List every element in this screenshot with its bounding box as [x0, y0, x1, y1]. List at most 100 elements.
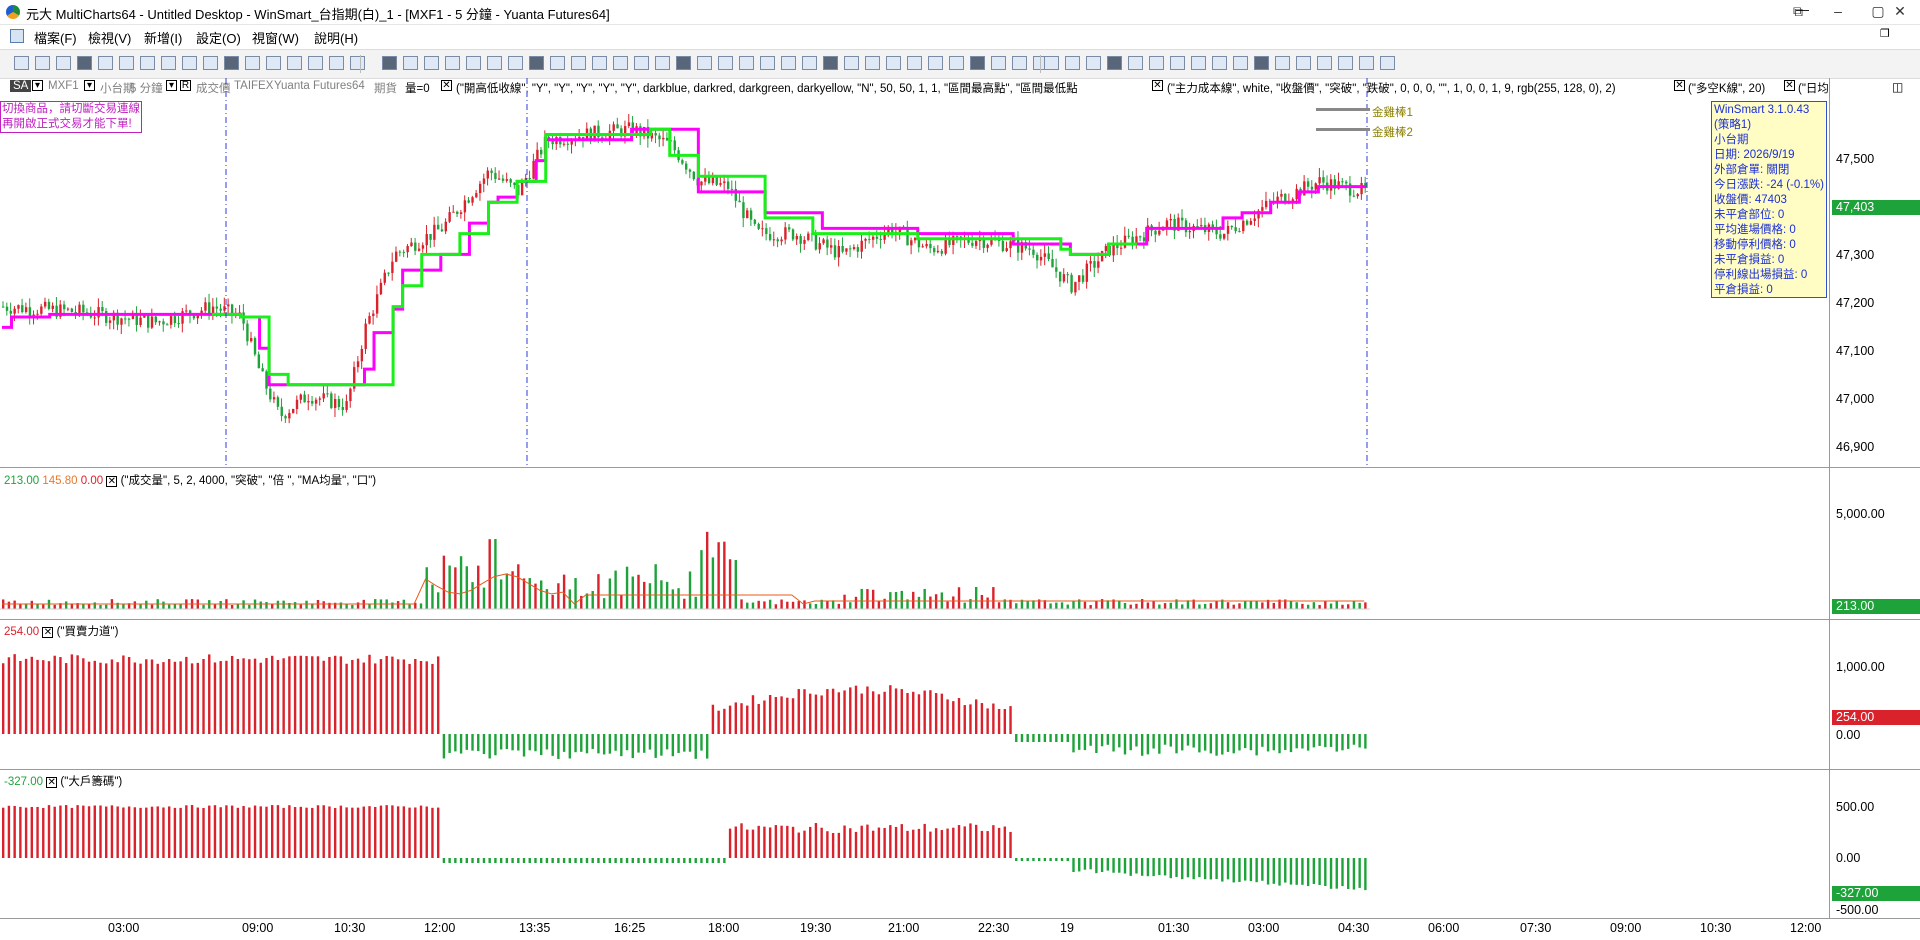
toolbar-button-icon[interactable]: [487, 56, 502, 70]
candle-body: [375, 294, 379, 314]
power-bar: [786, 697, 789, 734]
toolbar-button-icon[interactable]: [991, 56, 1006, 70]
toolbar-button-icon[interactable]: [508, 56, 523, 70]
toolbar-button-icon[interactable]: [224, 56, 239, 70]
toolbar-button-icon[interactable]: [613, 56, 628, 70]
toolbar-button-icon[interactable]: [802, 56, 817, 70]
toolbar-button-icon[interactable]: [98, 56, 113, 70]
toolbar-button-icon[interactable]: [1212, 56, 1227, 70]
toolbar-button-icon[interactable]: [56, 56, 71, 70]
toolbar-button-icon[interactable]: [203, 56, 218, 70]
candle-body: [910, 240, 913, 246]
toolbar-button-icon[interactable]: [1065, 56, 1080, 70]
toolbar-button-icon[interactable]: [140, 56, 155, 70]
toolbar-button-icon[interactable]: [1233, 56, 1248, 70]
power-bar: [248, 659, 251, 734]
toolbar-button-icon[interactable]: [182, 56, 197, 70]
volume-bar: [774, 604, 778, 609]
chip-bar: [1272, 858, 1276, 884]
toolbar-button-icon[interactable]: [14, 56, 29, 70]
toolbar-button-icon[interactable]: [287, 56, 302, 70]
toolbar-button-icon[interactable]: [382, 56, 397, 70]
toolbar-button-icon[interactable]: [424, 56, 439, 70]
toolbar-button-icon[interactable]: [1086, 56, 1101, 70]
power-bar: [1215, 734, 1218, 756]
toolbar-button-icon[interactable]: [592, 56, 607, 70]
toolbar-button-icon[interactable]: [119, 56, 134, 70]
toolbar-button-icon[interactable]: [655, 56, 670, 70]
toolbar-button-icon[interactable]: [1107, 56, 1122, 70]
toolbar-button-icon[interactable]: [1254, 56, 1269, 70]
toolbar-button-icon[interactable]: [781, 56, 796, 70]
chart-canvas[interactable]: [0, 78, 1830, 918]
toolbar-button-icon[interactable]: [676, 56, 691, 70]
chip-study-close-icon[interactable]: ✕: [46, 777, 58, 788]
menu-settings[interactable]: 設定(O): [196, 28, 241, 47]
volume-study-close-icon[interactable]: ✕: [106, 476, 118, 487]
toolbar-button-icon[interactable]: [907, 56, 922, 70]
toolbar-button-icon[interactable]: [1317, 56, 1332, 70]
toolbar-button-icon[interactable]: [571, 56, 586, 70]
toolbar-button-icon[interactable]: [928, 56, 943, 70]
power-bar: [47, 661, 51, 734]
toolbar-button-icon[interactable]: [1170, 56, 1185, 70]
toolbar-button-icon[interactable]: [1012, 56, 1027, 70]
menu-file[interactable]: 檔案(F): [34, 28, 77, 47]
toolbar-button-icon[interactable]: [949, 56, 964, 70]
toolbar-button-icon[interactable]: [1275, 56, 1290, 70]
toolbar-button-icon[interactable]: [77, 56, 92, 70]
power-study-close-icon[interactable]: ✕: [42, 627, 54, 638]
toolbar-button-icon[interactable]: [1338, 56, 1353, 70]
candle-body: [826, 239, 829, 248]
candle-body: [78, 304, 81, 313]
minimize-button[interactable]: –: [1818, 0, 1858, 24]
toolbar-button-icon[interactable]: [161, 56, 176, 70]
power-bar: [1100, 734, 1104, 747]
menu-help[interactable]: 說明(H): [314, 28, 358, 47]
chip-bar: [442, 858, 446, 863]
toolbar-button-icon[interactable]: [1044, 56, 1059, 70]
toolbar-button-icon[interactable]: [865, 56, 880, 70]
menu-insert[interactable]: 新增(I): [144, 28, 182, 47]
toolbar-button-icon[interactable]: [266, 56, 281, 70]
toolbar-button-icon[interactable]: [970, 56, 985, 70]
toolbar-button-icon[interactable]: [886, 56, 901, 70]
toolbar-button-icon[interactable]: [350, 56, 365, 70]
toolbar-button-icon[interactable]: [550, 56, 565, 70]
toolbar-button-icon[interactable]: [329, 56, 344, 70]
menu-view[interactable]: 檢視(V): [88, 28, 131, 47]
toolbar-button-icon[interactable]: [760, 56, 775, 70]
toolbar-button-icon[interactable]: [634, 56, 649, 70]
document-icon[interactable]: [10, 29, 24, 43]
toolbar-button-icon[interactable]: [1128, 56, 1143, 70]
toolbar-button-icon[interactable]: [529, 56, 544, 70]
toolbar-button-icon[interactable]: [308, 56, 323, 70]
menu-window[interactable]: 視窗(W): [252, 28, 299, 47]
toolbar-button-icon[interactable]: [1380, 56, 1395, 70]
close-button[interactable]: ✕: [1880, 0, 1920, 24]
toolbar-button-icon[interactable]: [1191, 56, 1206, 70]
toolbar-button-icon[interactable]: [445, 56, 460, 70]
toolbar-button-icon[interactable]: [697, 56, 712, 70]
toolbar-button-icon[interactable]: [844, 56, 859, 70]
toolbar-button-icon[interactable]: [1149, 56, 1164, 70]
chip-bar: [368, 806, 371, 858]
chip-bar: [1100, 858, 1104, 872]
toolbar-button-icon[interactable]: [739, 56, 754, 70]
chip-bar: [236, 807, 240, 858]
chip-bar: [1347, 858, 1350, 889]
power-bar: [562, 734, 566, 752]
toolbar-button-icon[interactable]: [1296, 56, 1311, 70]
toolbar-button-icon[interactable]: [466, 56, 481, 70]
toolbar-button-icon[interactable]: [823, 56, 838, 70]
toolbar-button-icon[interactable]: [718, 56, 733, 70]
mdi-restore-icon[interactable]: ❐: [1880, 27, 1890, 40]
toolbar-button-icon[interactable]: [35, 56, 50, 70]
panel-toggle-icon[interactable]: ◫: [1892, 80, 1903, 94]
toolbar-button-icon[interactable]: [403, 56, 418, 70]
minimize-app-icon[interactable]: —: [1796, 2, 1809, 17]
toolbar-button-icon[interactable]: [245, 56, 260, 70]
chip-bar: [465, 858, 469, 863]
candle-body: [841, 246, 844, 252]
toolbar-button-icon[interactable]: [1359, 56, 1374, 70]
